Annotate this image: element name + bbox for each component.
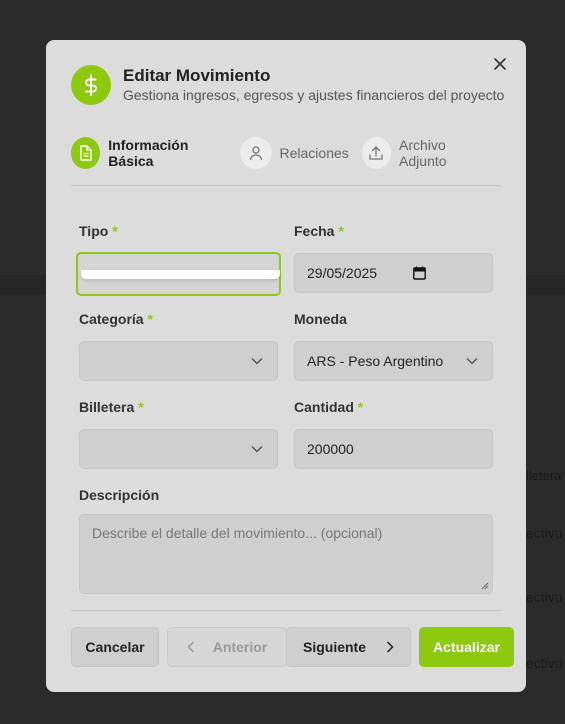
moneda-field: Moneda ARS - Peso Argentino — [294, 311, 493, 381]
divider — [71, 185, 501, 186]
background-text: lletera — [526, 468, 562, 483]
previous-label: Anterior — [212, 639, 268, 655]
chevron-left-icon — [187, 641, 194, 653]
user-icon — [239, 137, 272, 169]
descripcion-label: Descripción — [79, 487, 160, 503]
billetera-select[interactable] — [79, 429, 278, 469]
fecha-field: Fecha * 29/05/2025 — [294, 223, 493, 293]
background-text: ectivo — [526, 655, 563, 671]
chevron-down-icon — [251, 358, 263, 365]
moneda-select[interactable]: ARS - Peso Argentino — [294, 341, 493, 381]
previous-button[interactable]: Anterior — [167, 627, 287, 667]
tipo-field: Tipo * — [76, 223, 281, 296]
tab-relaciones[interactable]: Relaciones — [239, 137, 349, 169]
document-icon — [71, 137, 101, 169]
upload-icon — [361, 137, 392, 169]
tab-informacion-basica[interactable]: Información Básica — [71, 137, 227, 169]
background-text: ectivo — [526, 589, 563, 605]
step-label: Información Básica — [108, 137, 189, 169]
update-button[interactable]: Actualizar — [419, 627, 514, 667]
categoria-field: Categoría * — [79, 311, 278, 381]
chevron-down-icon — [466, 358, 478, 365]
categoria-select[interactable] — [79, 341, 278, 381]
chevron-down-icon — [251, 446, 263, 453]
field-label: Fecha * — [294, 223, 344, 239]
chevron-right-icon — [386, 641, 394, 653]
next-label: Siguiente — [302, 639, 366, 655]
cantidad-field: Cantidad * 200000 — [294, 399, 493, 469]
resize-handle-icon[interactable] — [481, 582, 489, 590]
calendar-icon[interactable] — [413, 266, 426, 280]
fecha-date-input[interactable]: 29/05/2025 — [294, 253, 493, 293]
tab-archivo-adjunto[interactable]: Archivo Adjunto — [361, 137, 488, 169]
edit-movement-modal: Editar Movimiento Gestiona ingresos, egr… — [46, 40, 526, 692]
field-label: Tipo * — [79, 223, 118, 239]
descripcion-textarea[interactable]: Describe el detalle del movimiento... (o… — [79, 514, 493, 594]
background-text: ectivo — [526, 525, 563, 541]
step-tabs: Información Básica Relaciones Archivo Ad… — [71, 137, 501, 169]
cantidad-input[interactable]: 200000 — [294, 429, 493, 469]
field-label: Billetera * — [79, 399, 144, 415]
dropdown-menu — [81, 270, 280, 279]
field-label: Cantidad * — [294, 399, 364, 415]
divider — [71, 610, 501, 611]
field-label: Moneda — [294, 311, 347, 327]
next-button[interactable]: Siguiente — [286, 627, 411, 667]
cancel-button[interactable]: Cancelar — [71, 627, 159, 667]
modal-title: Editar Movimiento — [123, 66, 271, 85]
step-label: Archivo Adjunto — [399, 137, 447, 169]
billetera-field: Billetera * — [79, 399, 278, 469]
dollar-icon — [71, 65, 111, 105]
modal-header: Editar Movimiento Gestiona ingresos, egr… — [71, 65, 504, 105]
field-label: Categoría * — [79, 311, 153, 327]
step-label: Relaciones — [279, 145, 349, 161]
modal-subtitle: Gestiona ingresos, egresos y ajustes fin… — [123, 87, 505, 103]
